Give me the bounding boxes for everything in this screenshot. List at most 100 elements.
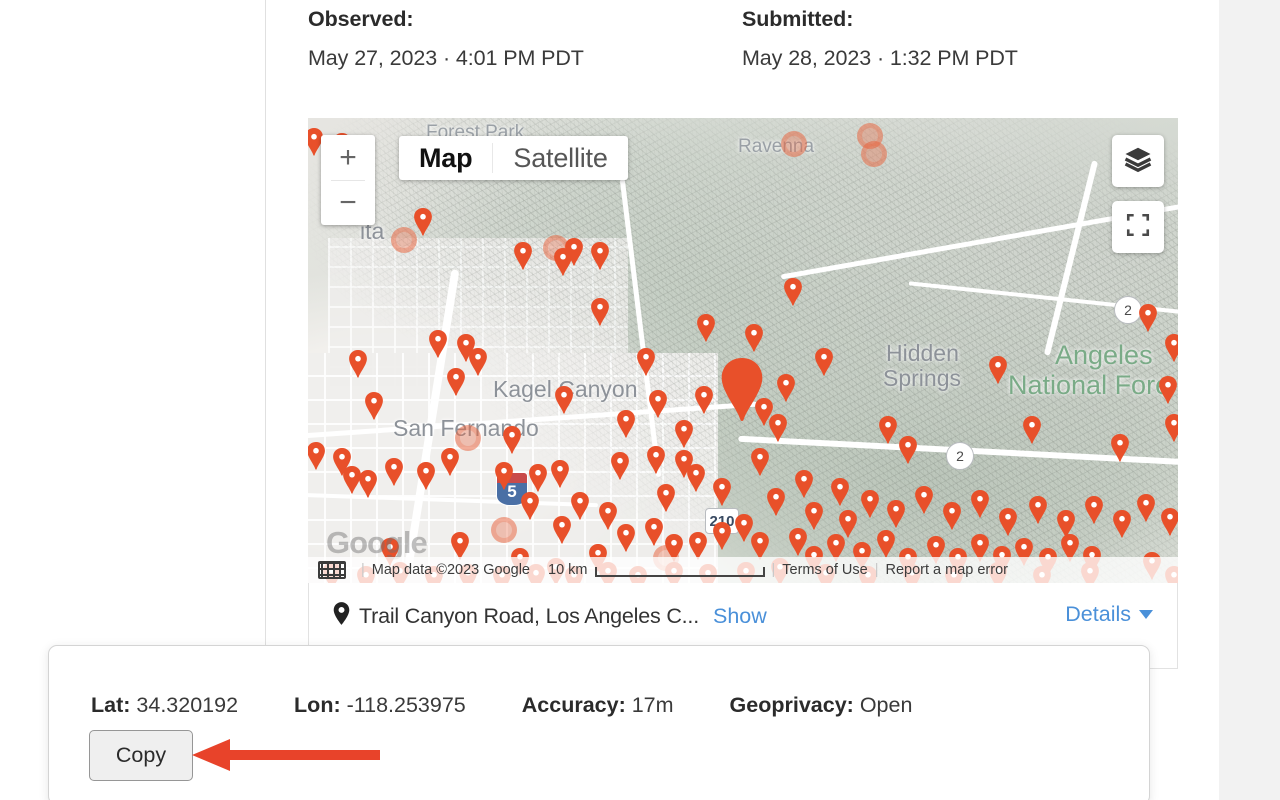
- map-canvas[interactable]: Forest Park Ravenna ita Kagel Canyon San Fer…: [308, 118, 1178, 583]
- map-observation-pin[interactable]: [686, 464, 706, 492]
- map-observation-pin[interactable]: [898, 436, 918, 464]
- submitted-value: May 28, 2023 · 1:32 PM PDT: [742, 46, 1018, 70]
- map-observation-pin[interactable]: [564, 238, 584, 266]
- map-observation-pin[interactable]: [494, 462, 514, 490]
- map-observation-pin[interactable]: [750, 532, 770, 560]
- map-observation-pin[interactable]: [528, 464, 548, 492]
- report-map-error-link[interactable]: Report a map error: [885, 562, 1008, 578]
- map-observation-pin[interactable]: [656, 484, 676, 512]
- map-observation-pin[interactable]: [590, 242, 610, 270]
- map-observation-pin[interactable]: [674, 420, 694, 448]
- map-fullscreen-button[interactable]: [1112, 201, 1164, 253]
- location-show-link[interactable]: Show: [713, 604, 767, 629]
- copy-button[interactable]: Copy: [89, 730, 193, 781]
- map-observation-pin[interactable]: [646, 446, 666, 474]
- map-observation-pin[interactable]: [610, 452, 630, 480]
- map-observation-pin[interactable]: [570, 492, 590, 520]
- zoom-out-button[interactable]: −: [321, 180, 375, 225]
- map-observation-pin[interactable]: [744, 324, 764, 352]
- zoom-divider: [331, 180, 365, 181]
- map-observation-pin[interactable]: [1110, 434, 1130, 462]
- observation-map[interactable]: Forest Park Ravenna ita Kagel Canyon San Fer…: [308, 118, 1178, 583]
- map-observation-pin[interactable]: [440, 448, 460, 476]
- map-observation-pin[interactable]: [776, 374, 796, 402]
- map-observation-pin[interactable]: [644, 518, 664, 546]
- map-observation-pin[interactable]: [766, 488, 786, 516]
- map-observation-pin[interactable]: [616, 524, 636, 552]
- map-observation-pin[interactable]: [364, 392, 384, 420]
- map-cluster-dot[interactable]: [861, 141, 887, 167]
- map-observation-pin[interactable]: [428, 330, 448, 358]
- map-observation-pin[interactable]: [838, 510, 858, 538]
- map-observation-pin[interactable]: [1138, 304, 1158, 332]
- map-type-map-button[interactable]: Map: [399, 136, 492, 180]
- map-observation-pin[interactable]: [814, 348, 834, 376]
- map-observation-pin[interactable]: [694, 386, 714, 414]
- map-observation-pin[interactable]: [616, 410, 636, 438]
- map-observation-pin[interactable]: [876, 530, 896, 558]
- map-observation-pin[interactable]: [648, 390, 668, 418]
- map-observation-pin[interactable]: [348, 350, 368, 378]
- location-details-dropdown[interactable]: Details: [1065, 602, 1153, 627]
- map-observation-pin[interactable]: [712, 522, 732, 550]
- attrib-divider: |: [361, 562, 365, 578]
- map-observation-pin[interactable]: [384, 458, 404, 486]
- map-observation-pin[interactable]: [804, 502, 824, 530]
- map-cluster-dot[interactable]: [491, 517, 517, 543]
- map-observation-pin[interactable]: [1056, 510, 1076, 538]
- map-observation-pin[interactable]: [550, 460, 570, 488]
- map-observation-pin[interactable]: [998, 508, 1018, 536]
- zoom-controls[interactable]: + −: [321, 135, 375, 225]
- map-observation-pin[interactable]: [1164, 334, 1178, 362]
- map-observation-pin[interactable]: [830, 478, 850, 506]
- map-observation-pin[interactable]: [502, 426, 522, 454]
- accuracy-label: Accuracy:: [521, 693, 626, 717]
- map-observation-pin[interactable]: [1022, 416, 1042, 444]
- map-observation-pin[interactable]: [308, 442, 326, 470]
- map-observation-pin[interactable]: [590, 298, 610, 326]
- map-observation-pin[interactable]: [450, 532, 470, 560]
- map-observation-pin[interactable]: [886, 500, 906, 528]
- map-observation-pin[interactable]: [860, 490, 880, 518]
- map-observation-pin[interactable]: [358, 470, 378, 498]
- primary-observation-pin[interactable]: [719, 358, 765, 422]
- map-observation-pin[interactable]: [446, 368, 466, 396]
- map-observation-pin[interactable]: [942, 502, 962, 530]
- map-observation-pin[interactable]: [1028, 496, 1048, 524]
- keyboard-shortcuts-icon[interactable]: [318, 561, 346, 579]
- terms-of-use-link[interactable]: Terms of Use: [782, 562, 867, 578]
- map-observation-pin[interactable]: [468, 348, 488, 376]
- map-observation-pin[interactable]: [413, 208, 433, 236]
- map-observation-pin[interactable]: [1084, 496, 1104, 524]
- map-route-shield: 2: [946, 442, 974, 470]
- map-observation-pin[interactable]: [696, 314, 716, 342]
- map-observation-pin[interactable]: [636, 348, 656, 376]
- map-observation-pin[interactable]: [688, 532, 708, 560]
- map-observation-pin[interactable]: [1158, 376, 1178, 404]
- map-observation-pin[interactable]: [1136, 494, 1156, 522]
- map-observation-pin[interactable]: [1160, 508, 1178, 536]
- map-type-satellite-button[interactable]: Satellite: [493, 136, 627, 180]
- map-observation-pin[interactable]: [878, 416, 898, 444]
- map-observation-pin[interactable]: [554, 386, 574, 414]
- map-observation-pin[interactable]: [1112, 510, 1132, 538]
- map-observation-pin[interactable]: [513, 242, 533, 270]
- map-observation-pin[interactable]: [914, 486, 934, 514]
- map-observation-pin[interactable]: [598, 502, 618, 530]
- map-observation-pin[interactable]: [416, 462, 436, 490]
- map-observation-pin[interactable]: [970, 490, 990, 518]
- map-observation-pin[interactable]: [520, 492, 540, 520]
- map-observation-pin[interactable]: [552, 516, 572, 544]
- map-observation-pin[interactable]: [750, 448, 770, 476]
- map-type-switch[interactable]: Map Satellite: [399, 136, 628, 180]
- map-observation-pin[interactable]: [1164, 414, 1178, 442]
- zoom-in-button[interactable]: +: [321, 135, 375, 180]
- map-observation-pin[interactable]: [794, 470, 814, 498]
- map-attribution-bar: | Map data ©2023 Google 10 km | Terms of…: [308, 557, 1178, 583]
- map-layers-button[interactable]: [1112, 135, 1164, 187]
- fullscreen-icon: [1125, 212, 1151, 243]
- map-observation-pin[interactable]: [988, 356, 1008, 384]
- map-observation-pin[interactable]: [712, 478, 732, 506]
- map-cluster-dot[interactable]: [781, 131, 807, 157]
- map-observation-pin[interactable]: [783, 278, 803, 306]
